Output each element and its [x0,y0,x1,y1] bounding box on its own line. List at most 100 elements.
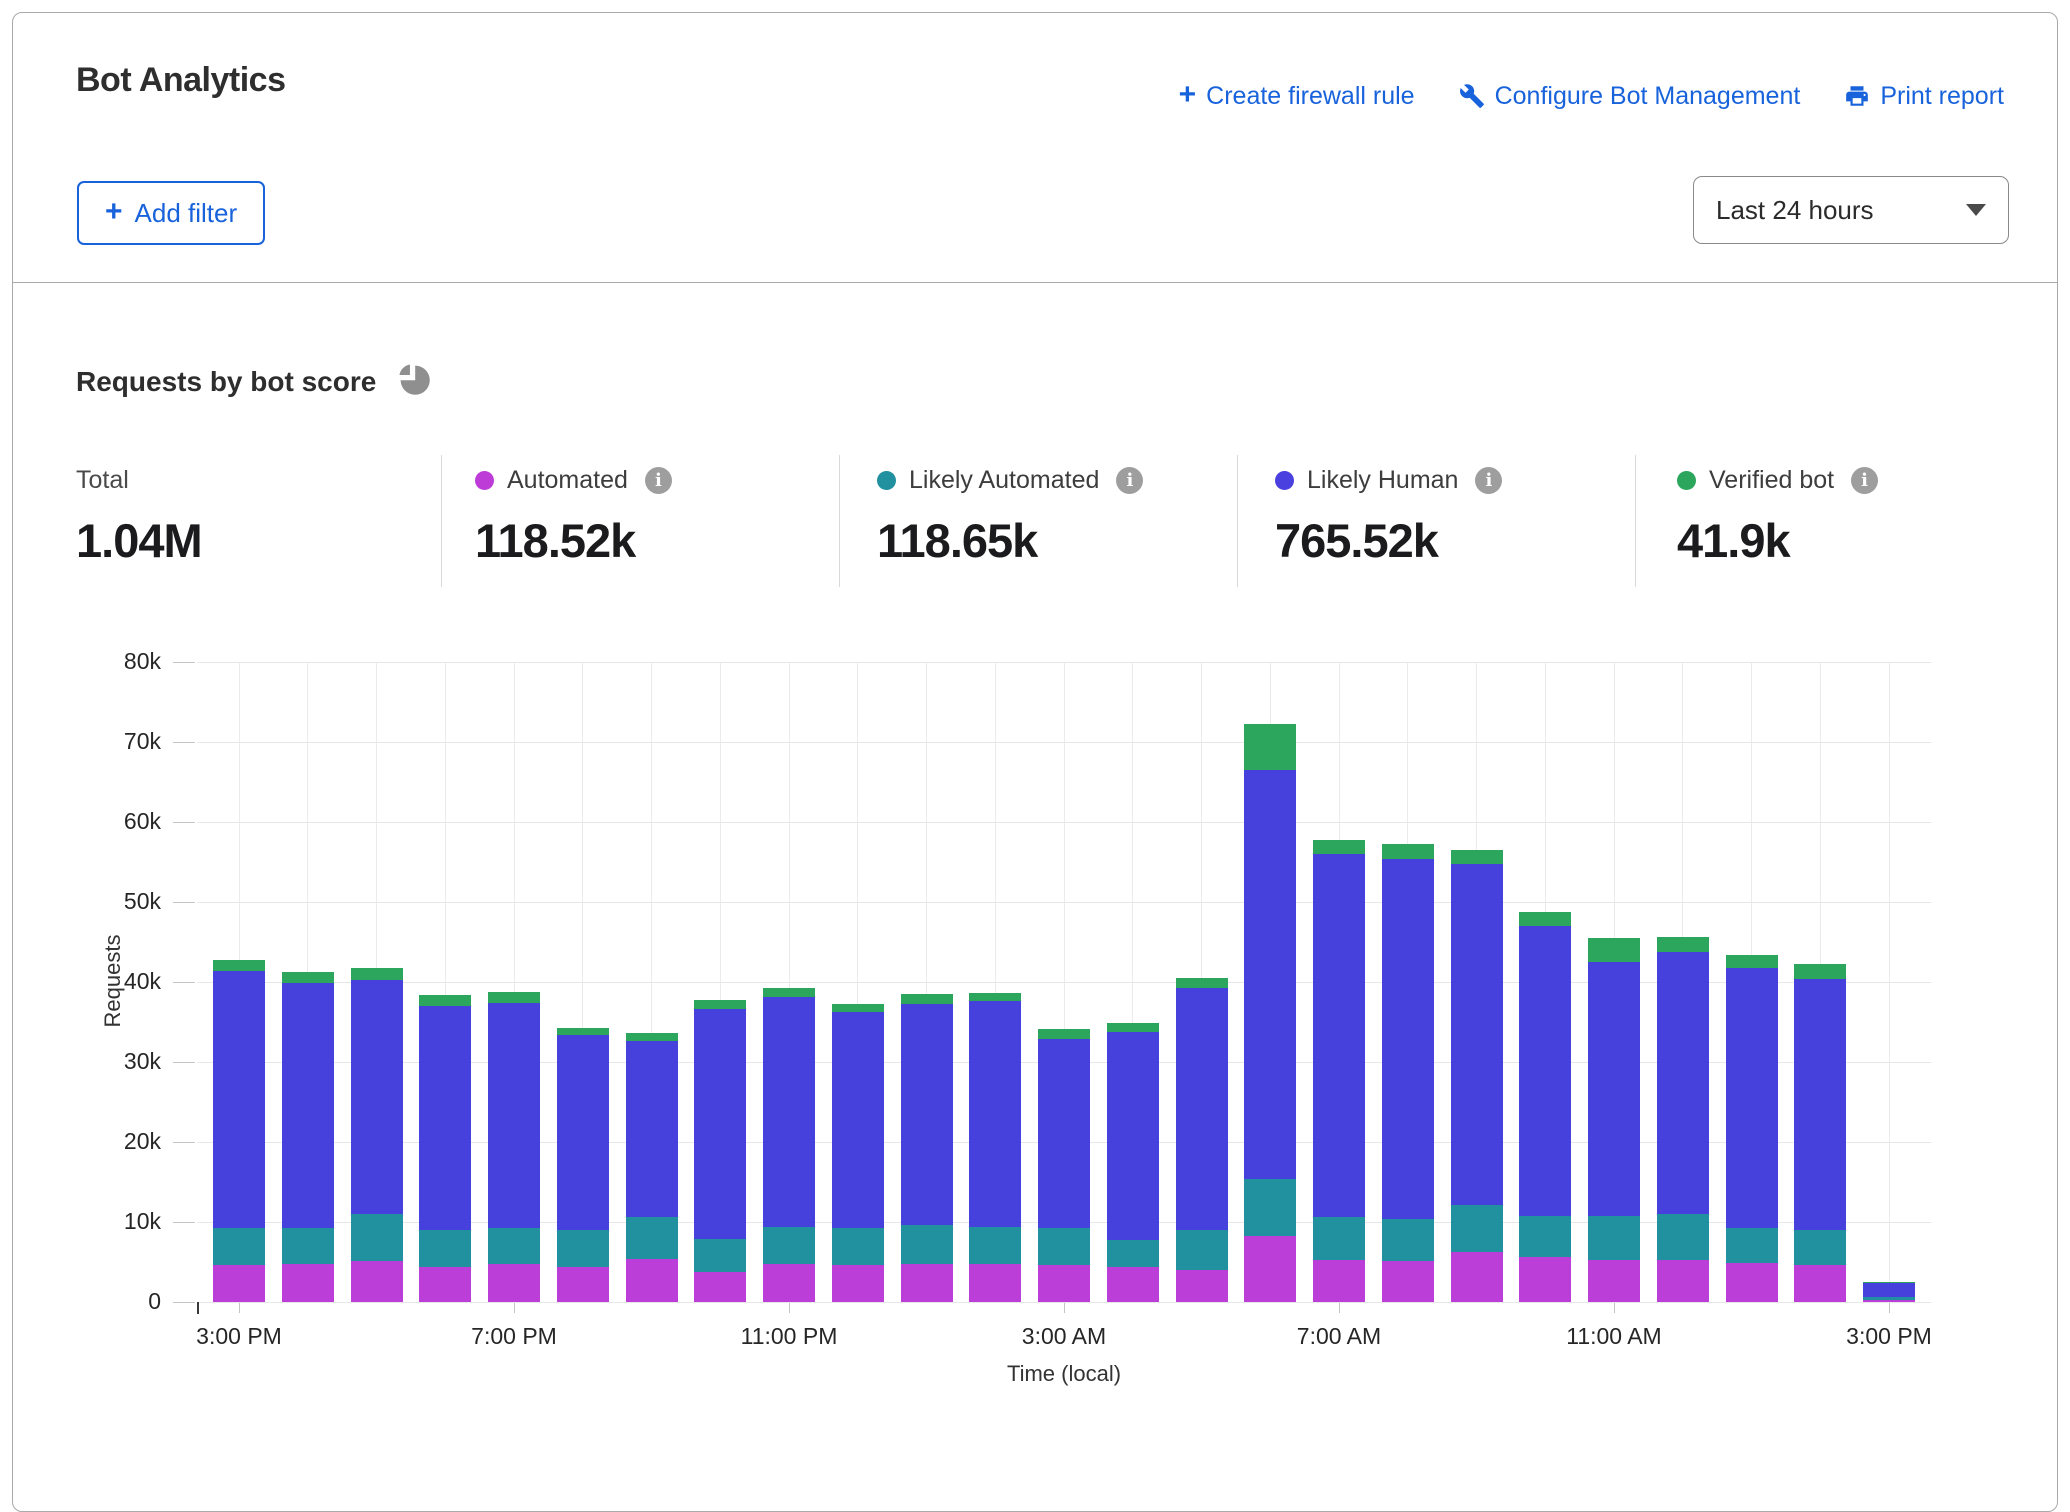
bar-segment-automated[interactable] [1038,1265,1090,1302]
bar-segment-likely-automated[interactable] [1382,1219,1434,1261]
bar-segment-likely-human[interactable] [282,983,334,1229]
time-range-select[interactable]: Last 24 hours [1693,176,2009,244]
bar-segment-automated[interactable] [1726,1263,1778,1302]
bar-segment-likely-human[interactable] [1382,859,1434,1219]
bar-segment-automated[interactable] [557,1267,609,1302]
bar-segment-likely-automated[interactable] [213,1228,265,1265]
bar-segment-verified-bot[interactable] [1657,937,1709,951]
bar-segment-verified-bot[interactable] [832,1004,884,1013]
bar-segment-automated[interactable] [1451,1252,1503,1302]
bar-segment-likely-human[interactable] [1863,1283,1915,1297]
bar-segment-automated[interactable] [626,1259,678,1302]
bar-segment-likely-automated[interactable] [1726,1228,1778,1263]
bar-segment-likely-automated[interactable] [1313,1217,1365,1259]
bar-segment-verified-bot[interactable] [282,972,334,982]
bar-segment-likely-automated[interactable] [901,1225,953,1263]
bar-segment-likely-human[interactable] [351,980,403,1214]
bar-segment-automated[interactable] [213,1265,265,1302]
bar-segment-automated[interactable] [1657,1260,1709,1302]
bar-segment-automated[interactable] [488,1264,540,1302]
bar-segment-verified-bot[interactable] [694,1000,746,1010]
info-icon[interactable]: i [1851,467,1878,494]
bar-segment-automated[interactable] [694,1272,746,1302]
info-icon[interactable]: i [1116,467,1143,494]
bar-segment-likely-automated[interactable] [763,1227,815,1265]
bar-segment-likely-automated[interactable] [557,1230,609,1267]
bar-segment-likely-human[interactable] [694,1009,746,1239]
bar-segment-automated[interactable] [969,1264,1021,1302]
configure-bot-management-link[interactable]: Configure Bot Management [1459,82,1801,111]
bar-segment-verified-bot[interactable] [1038,1029,1090,1039]
bar-segment-likely-automated[interactable] [1794,1230,1846,1265]
bar-segment-verified-bot[interactable] [969,993,1021,1001]
bar-segment-automated[interactable] [1313,1260,1365,1302]
bar-segment-verified-bot[interactable] [1519,912,1571,926]
bar-segment-likely-human[interactable] [1451,864,1503,1205]
bar-segment-likely-human[interactable] [626,1041,678,1217]
bar-segment-likely-human[interactable] [1244,770,1296,1179]
bar-segment-likely-human[interactable] [901,1004,953,1226]
bar-segment-verified-bot[interactable] [1726,955,1778,969]
bar-segment-likely-automated[interactable] [351,1214,403,1261]
info-icon[interactable]: i [1475,467,1502,494]
bar-segment-likely-automated[interactable] [1588,1216,1640,1259]
bar-segment-likely-automated[interactable] [282,1228,334,1264]
bar-segment-likely-human[interactable] [1038,1039,1090,1229]
bar-segment-likely-human[interactable] [763,997,815,1227]
bar-segment-verified-bot[interactable] [763,988,815,997]
bar-segment-automated[interactable] [1176,1270,1228,1302]
bar-segment-verified-bot[interactable] [901,994,953,1004]
bar-segment-verified-bot[interactable] [1107,1023,1159,1033]
bar-segment-automated[interactable] [1794,1265,1846,1302]
bar-segment-automated[interactable] [832,1265,884,1302]
bar-segment-automated[interactable] [1107,1267,1159,1302]
bar-segment-verified-bot[interactable] [1451,850,1503,864]
bar-segment-automated[interactable] [763,1264,815,1302]
bar-segment-likely-human[interactable] [1657,952,1709,1214]
bar-segment-likely-human[interactable] [1726,968,1778,1227]
bar-segment-likely-automated[interactable] [488,1228,540,1265]
bar-segment-likely-automated[interactable] [1176,1230,1228,1270]
bar-segment-likely-automated[interactable] [1038,1228,1090,1265]
bar-segment-automated[interactable] [1588,1260,1640,1302]
bar-segment-verified-bot[interactable] [488,992,540,1003]
bar-segment-verified-bot[interactable] [1382,844,1434,858]
bar-segment-likely-human[interactable] [557,1035,609,1230]
bar-segment-likely-human[interactable] [1313,854,1365,1217]
bar-segment-likely-human[interactable] [419,1006,471,1230]
bar-segment-automated[interactable] [901,1264,953,1302]
bar-segment-verified-bot[interactable] [626,1033,678,1041]
bar-segment-likely-automated[interactable] [694,1239,746,1273]
bar-segment-likely-automated[interactable] [1863,1297,1915,1299]
bar-segment-automated[interactable] [419,1267,471,1302]
bar-segment-verified-bot[interactable] [1588,938,1640,962]
bar-segment-likely-automated[interactable] [969,1227,1021,1265]
bar-segment-verified-bot[interactable] [1313,840,1365,854]
bar-segment-automated[interactable] [351,1261,403,1302]
bar-segment-likely-human[interactable] [213,971,265,1229]
bar-segment-verified-bot[interactable] [1244,724,1296,770]
bar-segment-verified-bot[interactable] [213,960,265,970]
bar-segment-likely-human[interactable] [1107,1032,1159,1239]
bar-segment-likely-human[interactable] [1519,926,1571,1216]
bar-segment-likely-automated[interactable] [1451,1205,1503,1251]
bar-segment-likely-automated[interactable] [1657,1214,1709,1260]
print-report-link[interactable]: Print report [1844,82,2004,111]
bar-segment-likely-human[interactable] [832,1012,884,1227]
create-firewall-rule-link[interactable]: + Create firewall rule [1179,81,1415,111]
bar-segment-automated[interactable] [1244,1236,1296,1302]
bar-segment-automated[interactable] [1863,1300,1915,1302]
bar-segment-automated[interactable] [1519,1257,1571,1302]
bar-segment-verified-bot[interactable] [351,968,403,980]
bar-segment-verified-bot[interactable] [419,995,471,1006]
bar-segment-likely-automated[interactable] [1244,1179,1296,1236]
bar-segment-likely-automated[interactable] [1107,1240,1159,1267]
bar-segment-verified-bot[interactable] [557,1028,609,1035]
bar-segment-automated[interactable] [282,1264,334,1302]
bar-segment-likely-human[interactable] [1588,962,1640,1216]
bar-segment-verified-bot[interactable] [1863,1282,1915,1283]
bar-segment-likely-automated[interactable] [832,1228,884,1266]
add-filter-button[interactable]: + Add filter [77,181,265,245]
bar-segment-likely-automated[interactable] [419,1230,471,1267]
bar-segment-verified-bot[interactable] [1176,978,1228,988]
